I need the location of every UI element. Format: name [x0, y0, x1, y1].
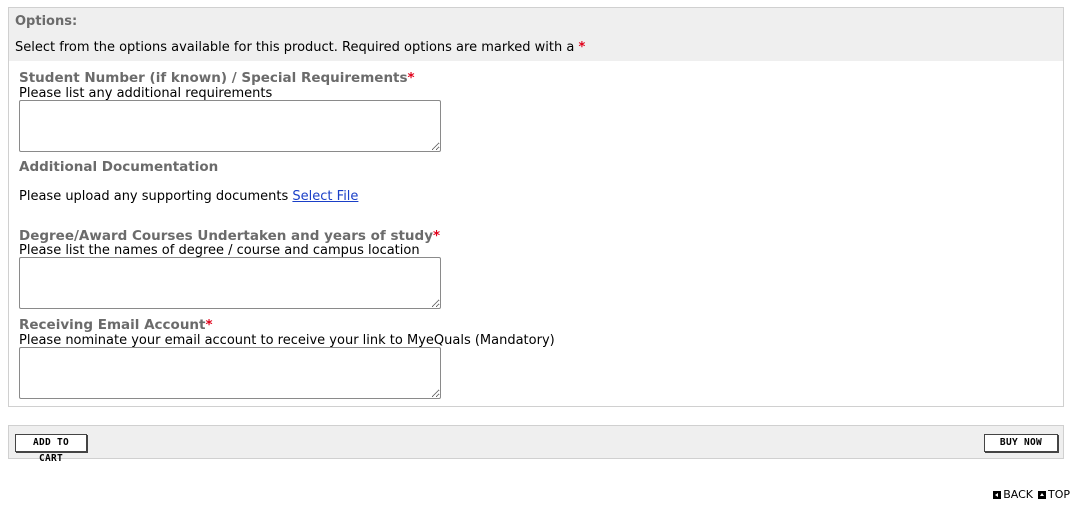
degree-courses-hint: Please list the names of degree / course… [19, 243, 420, 258]
back-label: BACK [1003, 488, 1033, 501]
upload-prompt: Please upload any supporting documents [19, 189, 289, 204]
degree-courses-textarea[interactable] [19, 257, 441, 309]
degree-courses-label-text: Degree/Award Courses Undertaken and year… [19, 228, 434, 244]
email-account-textarea[interactable] [19, 347, 441, 399]
email-account-label-text: Receiving Email Account [19, 317, 206, 333]
select-file-link[interactable]: Select File [292, 189, 358, 204]
additional-documentation-label: Additional Documentation [19, 159, 219, 175]
degree-courses-label: Degree/Award Courses Undertaken and year… [19, 228, 440, 244]
buy-now-button[interactable]: BUY NOW [984, 434, 1058, 452]
required-marker: * [407, 70, 415, 86]
add-to-cart-button[interactable]: ADD TO CART [15, 434, 87, 464]
email-account-hint: Please nominate your email account to re… [19, 333, 555, 348]
student-number-textarea[interactable] [19, 100, 441, 152]
top-label: TOP [1047, 488, 1070, 501]
required-marker: * [578, 40, 586, 55]
student-number-label: Student Number (if known) / Special Requ… [19, 70, 415, 86]
student-number-hint: Please list any additional requirements [19, 86, 273, 101]
top-arrow-icon [1037, 490, 1046, 499]
required-marker: * [433, 228, 441, 244]
options-description-text: Select from the options available for th… [15, 40, 575, 55]
email-account-label: Receiving Email Account* [19, 317, 213, 333]
top-link[interactable]: TOP [1037, 488, 1070, 501]
options-panel: Options: Select from the options availab… [8, 7, 1064, 407]
options-description: Select from the options available for th… [15, 40, 585, 55]
options-header: Options: Select from the options availab… [9, 8, 1063, 61]
footer-nav: BACK TOP [993, 488, 1070, 501]
back-link[interactable]: BACK [993, 488, 1033, 501]
student-number-label-text: Student Number (if known) / Special Requ… [19, 70, 408, 86]
required-marker: * [205, 317, 213, 333]
upload-line: Please upload any supporting documents S… [19, 189, 358, 204]
action-bar: ADD TO CART BUY NOW [8, 425, 1064, 464]
back-arrow-icon [993, 490, 1002, 499]
options-title: Options: [15, 14, 78, 29]
